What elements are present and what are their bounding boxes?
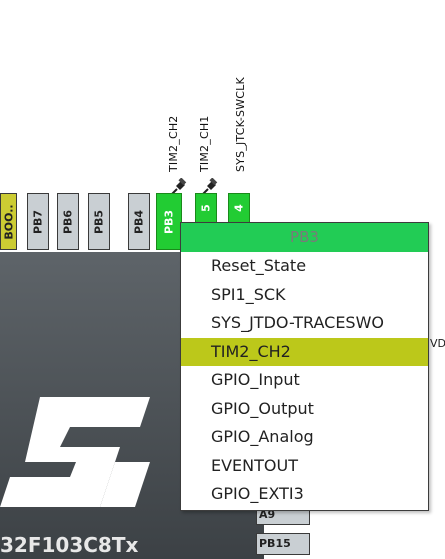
pin-pb5[interactable]: PB5 [88,193,110,250]
signal-label-tim2-ch1: TIM2_CH1 [198,115,211,172]
pin-pb4[interactable]: PB4 [128,193,150,250]
signal-label-tim2-ch2: TIM2_CH2 [167,115,180,172]
menu-item-gpio-exti3[interactable]: GPIO_EXTI3 [181,480,428,509]
pin-label: 5 [199,204,213,212]
pin-pb15[interactable]: PB15 [256,533,310,555]
pin-pb7[interactable]: PB7 [27,193,49,250]
pin-label: 4 [232,204,246,212]
pin-boot[interactable]: BOO.. [0,193,17,250]
menu-item-reset-state[interactable]: Reset_State [181,252,428,281]
overflow-label: VD [430,337,445,350]
pin-label: PB3 [162,209,176,234]
menu-item-spi1-sck[interactable]: SPI1_SCK [181,281,428,310]
menu-item-sys-jtdo-traceswo[interactable]: SYS_JTDO-TRACESWO [181,309,428,338]
pin-label: PB5 [92,209,106,234]
menu-item-eventout[interactable]: EVENTOUT [181,452,428,481]
pin-label: PB7 [31,209,45,234]
pin-label: PB15 [259,537,291,550]
pin-pb6[interactable]: PB6 [57,193,79,250]
pin-pa15[interactable]: 5 [195,193,217,223]
menu-title: PB3 [181,223,428,252]
pin-pb3[interactable]: PB3 [156,193,182,250]
signal-label-sys-jtck-swclk: SYS_JTCK-SWCLK [234,77,247,172]
pin-function-menu: PB3 Reset_State SPI1_SCK SYS_JTDO-TRACES… [180,222,429,511]
pin-label: PB6 [61,209,75,234]
menu-item-tim2-ch2[interactable]: TIM2_CH2 [181,337,428,366]
menu-item-gpio-input[interactable]: GPIO_Input [181,366,428,395]
st-logo [0,397,150,507]
pin-label: PB4 [132,209,146,234]
pin-label: BOO.. [2,203,15,240]
chip-part-number: 32F103C8Tx [0,533,139,557]
menu-item-gpio-output[interactable]: GPIO_Output [181,395,428,424]
pin-pa14[interactable]: 4 [228,193,250,223]
menu-item-gpio-analog[interactable]: GPIO_Analog [181,423,428,452]
